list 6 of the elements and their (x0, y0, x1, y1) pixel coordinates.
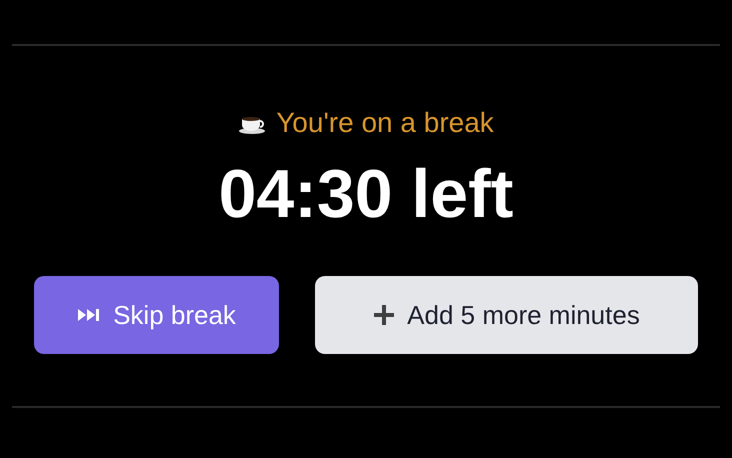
status-text: You're on a break (276, 106, 494, 140)
fast-forward-icon (77, 307, 102, 323)
timer-text: 04:30 left (218, 160, 514, 228)
skip-button[interactable]: Skip break (34, 276, 279, 354)
plus-icon (373, 304, 396, 326)
add-time-button[interactable]: Add 5 more minutes (315, 276, 698, 354)
